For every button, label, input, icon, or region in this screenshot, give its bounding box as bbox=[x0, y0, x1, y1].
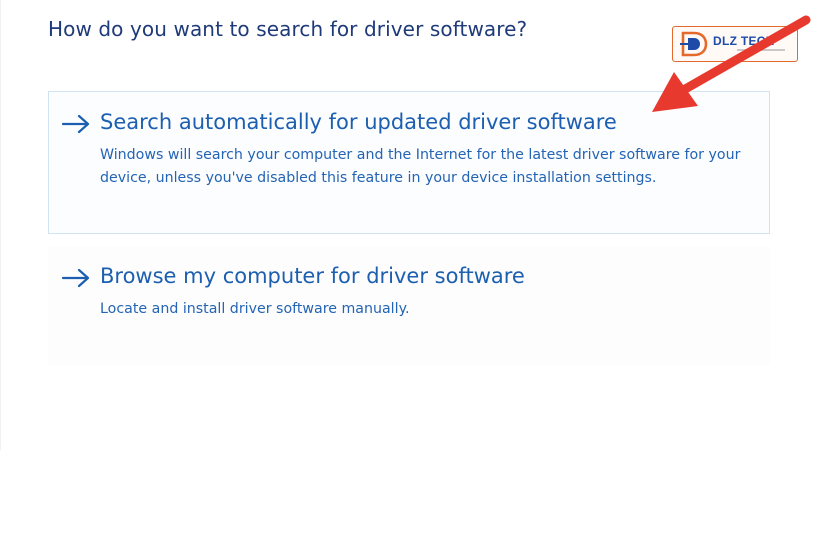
search-automatically-option[interactable]: Search automatically for updated driver … bbox=[48, 91, 770, 234]
page-title: How do you want to search for driver sof… bbox=[48, 17, 528, 41]
right-arrow-icon bbox=[61, 114, 90, 134]
window-edge bbox=[0, 0, 1, 450]
logo-mark-icon bbox=[680, 31, 708, 57]
dlz-tech-logo: DLZ TECH bbox=[672, 26, 798, 62]
option-description: Locate and install driver software manua… bbox=[100, 301, 410, 317]
option-title: Browse my computer for driver software bbox=[100, 264, 525, 288]
browse-computer-option[interactable]: Browse my computer for driver software L… bbox=[48, 247, 770, 365]
driver-update-dialog: How do you want to search for driver sof… bbox=[0, 0, 840, 550]
logo-tagline-line bbox=[737, 49, 785, 51]
option-title: Search automatically for updated driver … bbox=[100, 110, 617, 134]
logo-brand-text: DLZ TECH bbox=[713, 34, 775, 48]
option-description: Windows will search your computer and th… bbox=[100, 147, 741, 186]
right-arrow-icon bbox=[61, 268, 90, 288]
